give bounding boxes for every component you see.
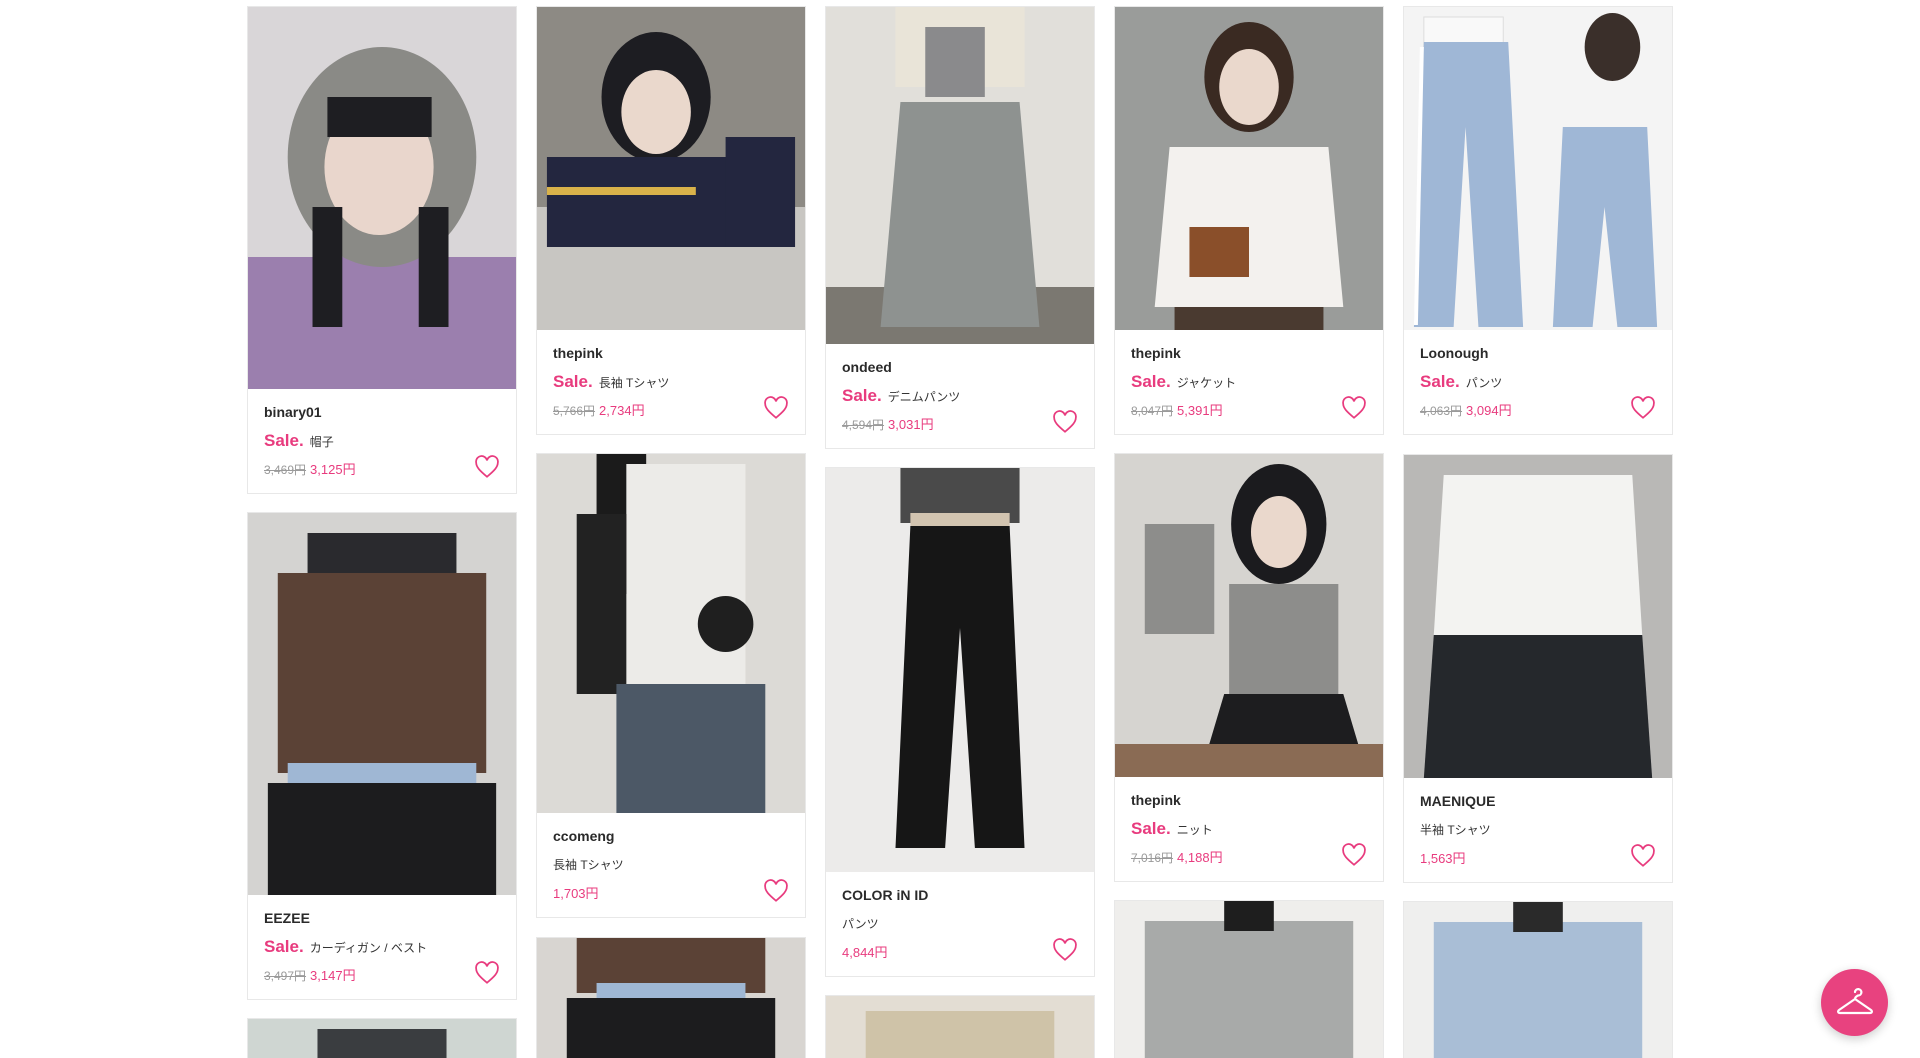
original-price: 7,016円 (1131, 851, 1174, 865)
original-price: 5,766円 (553, 404, 596, 418)
product-image[interactable] (1404, 455, 1672, 778)
sale-price: 3,094円 (1466, 403, 1512, 418)
sale-price: 3,125円 (310, 462, 356, 477)
brand-name[interactable]: thepink (553, 330, 789, 362)
product-card[interactable]: COLOR iN ID パンツ 4,844円 (825, 467, 1095, 977)
brand-name[interactable]: COLOR iN ID (842, 872, 1078, 904)
product-image[interactable] (1404, 7, 1672, 330)
brand-name[interactable]: binary01 (264, 389, 500, 421)
sale-label: Sale. (842, 386, 882, 405)
category-label: カーディガン / ベスト (309, 941, 428, 955)
product-image[interactable] (1115, 901, 1383, 1058)
original-price: 4,063円 (1420, 404, 1463, 418)
brand-name[interactable]: thepink (1131, 330, 1367, 362)
sale-label: Sale. (1131, 372, 1171, 391)
original-price: 3,497円 (264, 969, 307, 983)
heart-outline-icon[interactable] (474, 455, 500, 479)
product-card[interactable] (1403, 901, 1673, 1058)
category-label: ニット (1176, 823, 1213, 837)
sale-price: 2,734円 (599, 403, 645, 418)
sale-label: Sale. (1420, 372, 1460, 391)
product-image[interactable] (1115, 454, 1383, 777)
brand-name[interactable]: thepink (1131, 777, 1367, 809)
sale-label: Sale. (264, 937, 304, 956)
product-card[interactable] (825, 995, 1095, 1058)
category-label: ジャケット (1176, 376, 1237, 390)
category-label: デニムパンツ (887, 390, 961, 404)
original-price: 4,594円 (842, 418, 885, 432)
product-image[interactable] (248, 1019, 516, 1058)
product-card[interactable]: EEZEE Sale. カーディガン / ベスト 3,497円 3,147円 (247, 512, 517, 1000)
sale-label: Sale. (264, 431, 304, 450)
sale-price: 4,188円 (1177, 850, 1223, 865)
heart-outline-icon[interactable] (1341, 843, 1367, 867)
heart-outline-icon[interactable] (1052, 938, 1078, 962)
brand-name[interactable]: ondeed (842, 344, 1078, 376)
product-image[interactable] (826, 7, 1094, 344)
original-price: 8,047円 (1131, 404, 1174, 418)
price: 1,703円 (553, 886, 599, 901)
sale-label: Sale. (553, 372, 593, 391)
product-image[interactable] (248, 513, 516, 895)
category-label: 長袖 Tシャツ (553, 858, 624, 872)
heart-outline-icon[interactable] (1630, 396, 1656, 420)
product-card[interactable]: Loonough Sale. パンツ 4,063円 3,094円 (1403, 6, 1673, 435)
heart-outline-icon[interactable] (763, 879, 789, 903)
product-image[interactable] (248, 7, 516, 389)
brand-name[interactable]: MAENIQUE (1420, 778, 1656, 810)
heart-outline-icon[interactable] (1630, 844, 1656, 868)
price: 1,563円 (1420, 851, 1466, 866)
brand-name[interactable]: ccomeng (553, 813, 789, 845)
product-card[interactable]: thepink Sale. ニット 7,016円 4,188円 (1114, 453, 1384, 882)
sale-price: 3,031円 (888, 417, 934, 432)
product-image[interactable] (537, 7, 805, 330)
category-label: パンツ (1465, 376, 1503, 390)
category-label: パンツ (842, 917, 879, 931)
sale-label: Sale. (1131, 819, 1171, 838)
product-image[interactable] (537, 454, 805, 813)
product-image[interactable] (1404, 902, 1672, 1058)
original-price: 3,469円 (264, 463, 307, 477)
price: 4,844円 (842, 945, 888, 960)
heart-outline-icon[interactable] (1341, 396, 1367, 420)
product-image[interactable] (826, 996, 1094, 1058)
product-card[interactable] (247, 1018, 517, 1058)
heart-outline-icon[interactable] (474, 961, 500, 985)
category-label: 帽子 (309, 435, 334, 449)
heart-outline-icon[interactable] (1052, 410, 1078, 434)
sale-price: 3,147円 (310, 968, 356, 983)
product-card[interactable]: MAENIQUE 半袖 Tシャツ 1,563円 (1403, 454, 1673, 883)
product-image[interactable] (1115, 7, 1383, 330)
product-card[interactable]: thepink Sale. 長袖 Tシャツ 5,766円 2,734円 (536, 6, 806, 435)
product-card[interactable]: binary01 Sale. 帽子 3,469円 3,125円 (247, 6, 517, 494)
hanger-icon (1836, 987, 1873, 1014)
brand-name[interactable]: Loonough (1420, 330, 1656, 362)
product-image[interactable] (826, 468, 1094, 872)
sale-price: 5,391円 (1177, 403, 1223, 418)
brand-name[interactable]: EEZEE (264, 895, 500, 927)
heart-outline-icon[interactable] (763, 396, 789, 420)
category-label: 長袖 Tシャツ (598, 376, 670, 390)
product-card[interactable]: ccomeng 長袖 Tシャツ 1,703円 (536, 453, 806, 918)
product-grid: binary01 Sale. 帽子 3,469円 3,125円 EEZEE Sale… (0, 0, 1920, 1058)
product-card[interactable] (536, 937, 806, 1058)
closet-fab-button[interactable] (1821, 969, 1888, 1036)
product-image[interactable] (537, 938, 805, 1058)
product-card[interactable] (1114, 900, 1384, 1058)
category-label: 半袖 Tシャツ (1420, 823, 1491, 837)
product-card[interactable]: thepink Sale. ジャケット 8,047円 5,391円 (1114, 6, 1384, 435)
product-card[interactable]: ondeed Sale. デニムパンツ 4,594円 3,031円 (825, 6, 1095, 449)
